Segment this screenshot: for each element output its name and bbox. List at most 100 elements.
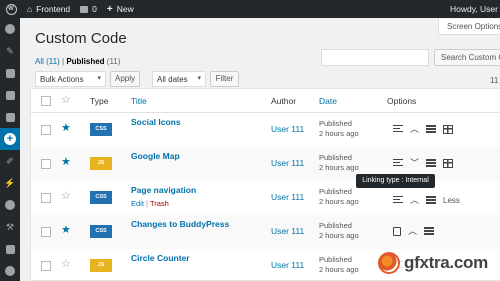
row-title-link[interactable]: Page navigation	[131, 185, 196, 195]
date-status: Published	[319, 221, 352, 230]
admin-bar: W ⌂ Frontend 0 + New Howdy, User	[0, 0, 500, 18]
row-title-link[interactable]: Circle Counter	[131, 253, 190, 263]
date-time: 2 hours ago	[319, 163, 359, 172]
link-type-icon[interactable]	[393, 195, 403, 205]
screen-options-button[interactable]: Screen Options	[438, 19, 500, 35]
comments-count: 0	[92, 4, 97, 14]
author-link[interactable]: User 111	[271, 260, 304, 270]
brush-icon: ✐	[6, 155, 14, 166]
bulk-actions-value: Bulk Actions	[40, 75, 84, 84]
date-cell: Published 2 hours ago	[319, 221, 359, 241]
search-input[interactable]	[321, 49, 429, 66]
chevron-up-icon[interactable]: ︿	[410, 195, 419, 205]
home-icon: ⌂	[27, 4, 33, 14]
bulk-actions-select[interactable]: Bulk Actions ▾	[35, 71, 106, 87]
type-badge-js: JS	[90, 157, 112, 170]
page-title: Custom Code	[35, 30, 127, 47]
wordpress-logo-button[interactable]: W	[0, 0, 22, 18]
author-link[interactable]: User 111	[271, 226, 304, 236]
edit-link[interactable]: Edit	[131, 199, 144, 208]
row-options: ︿ Less	[393, 194, 460, 206]
column-type: Type	[90, 96, 109, 106]
row-checkbox[interactable]	[41, 125, 51, 135]
sidebar-item-settings[interactable]	[0, 238, 20, 260]
sidebar-item-posts[interactable]: ✎	[0, 40, 20, 62]
author-link[interactable]: User 111	[271, 124, 304, 134]
type-badge-css: CSS	[90, 225, 112, 238]
author-link[interactable]: User 111	[271, 192, 304, 202]
chevron-down-icon[interactable]: ﹀	[410, 158, 419, 168]
sidebar-item-appearance[interactable]: ✐	[0, 150, 20, 172]
bars-icon[interactable]	[424, 226, 435, 236]
row-checkbox[interactable]	[41, 159, 51, 169]
row-title-link[interactable]: Changes to BuddyPress	[131, 219, 229, 229]
column-title-sort[interactable]: Title	[131, 96, 147, 106]
sidebar-item-media-player[interactable]	[0, 260, 20, 281]
column-date-sort[interactable]: Date	[319, 96, 337, 106]
sidebar-item-plugins[interactable]: ⚡	[0, 172, 20, 194]
sidebar-item-comments[interactable]	[0, 106, 20, 128]
chevron-up-icon[interactable]: ︿	[410, 124, 419, 134]
date-cell: Published 2 hours ago	[319, 187, 359, 207]
new-content-link[interactable]: + New	[102, 0, 139, 18]
type-badge-css: CSS	[90, 191, 112, 204]
star-outline-icon[interactable]: ☆	[61, 259, 71, 270]
filter-all-count: (11)	[46, 57, 60, 66]
lines-icon[interactable]	[393, 158, 403, 168]
star-filled-icon[interactable]: ★	[61, 225, 71, 236]
grid-icon[interactable]	[443, 158, 454, 168]
date-filter-select[interactable]: All dates ▾	[152, 71, 206, 87]
row-checkbox[interactable]	[41, 261, 51, 271]
row-title-link[interactable]: Social Icons	[131, 117, 181, 127]
sidebar-item-pages[interactable]	[0, 84, 20, 106]
star-filled-icon[interactable]: ★	[61, 157, 71, 168]
site-name-label: Frontend	[36, 4, 71, 14]
star-outline-icon[interactable]: ☆	[61, 95, 71, 106]
row-options: ︿	[393, 123, 454, 135]
sidebar-item-users[interactable]	[0, 194, 20, 216]
star-outline-icon[interactable]: ☆	[61, 191, 71, 202]
date-time: 2 hours ago	[319, 265, 359, 274]
pages-icon	[5, 90, 15, 100]
comments-icon	[5, 112, 15, 122]
chevron-up-icon[interactable]: ︿	[408, 226, 417, 236]
sidebar-item-tools[interactable]: ⚒	[0, 216, 20, 238]
bars-icon[interactable]	[426, 158, 437, 168]
author-link[interactable]: User 111	[271, 158, 304, 168]
row-checkbox[interactable]	[41, 193, 51, 203]
action-separator: |	[146, 199, 148, 208]
row-title-link[interactable]: Google Map	[131, 151, 180, 161]
filter-button[interactable]: Filter	[210, 71, 239, 87]
pin-icon: ✎	[6, 45, 14, 56]
wrench-icon: ⚒	[5, 221, 15, 232]
lines-icon[interactable]	[393, 124, 403, 134]
star-filled-icon[interactable]: ★	[61, 123, 71, 134]
document-icon[interactable]	[393, 226, 401, 236]
row-checkbox[interactable]	[41, 227, 51, 237]
search-button[interactable]: Search Custom Code	[434, 49, 500, 66]
filter-published-link[interactable]: Published (11)	[66, 57, 120, 66]
grid-icon[interactable]	[443, 124, 454, 134]
sidebar-item-dashboard[interactable]	[0, 18, 20, 40]
trash-link[interactable]: Trash	[150, 199, 169, 208]
bars-icon[interactable]	[426, 195, 437, 205]
items-count: 11	[490, 76, 499, 85]
less-toggle[interactable]: Less	[443, 196, 460, 205]
bars-icon[interactable]	[426, 124, 437, 134]
date-filter-value: All dates	[157, 75, 188, 84]
sidebar-item-media[interactable]	[0, 62, 20, 84]
filter-all-link[interactable]: All (11)	[35, 57, 60, 66]
account-menu[interactable]: Howdy, User	[450, 0, 500, 18]
apply-button[interactable]: Apply	[110, 71, 140, 87]
site-name-link[interactable]: ⌂ Frontend	[22, 0, 75, 18]
select-all-checkbox[interactable]	[41, 96, 51, 106]
user-icon	[5, 200, 15, 210]
watermark: gfxtra.com	[378, 250, 496, 276]
column-author: Author	[271, 96, 297, 106]
filter-published-label: Published	[66, 57, 105, 66]
status-filter-links: All (11) | Published (11)	[35, 57, 120, 66]
row-options: ︿	[393, 225, 435, 237]
comments-link[interactable]: 0	[75, 0, 102, 18]
sidebar-item-custom-code[interactable]: +	[0, 128, 20, 150]
type-badge-js: JS	[90, 259, 112, 272]
